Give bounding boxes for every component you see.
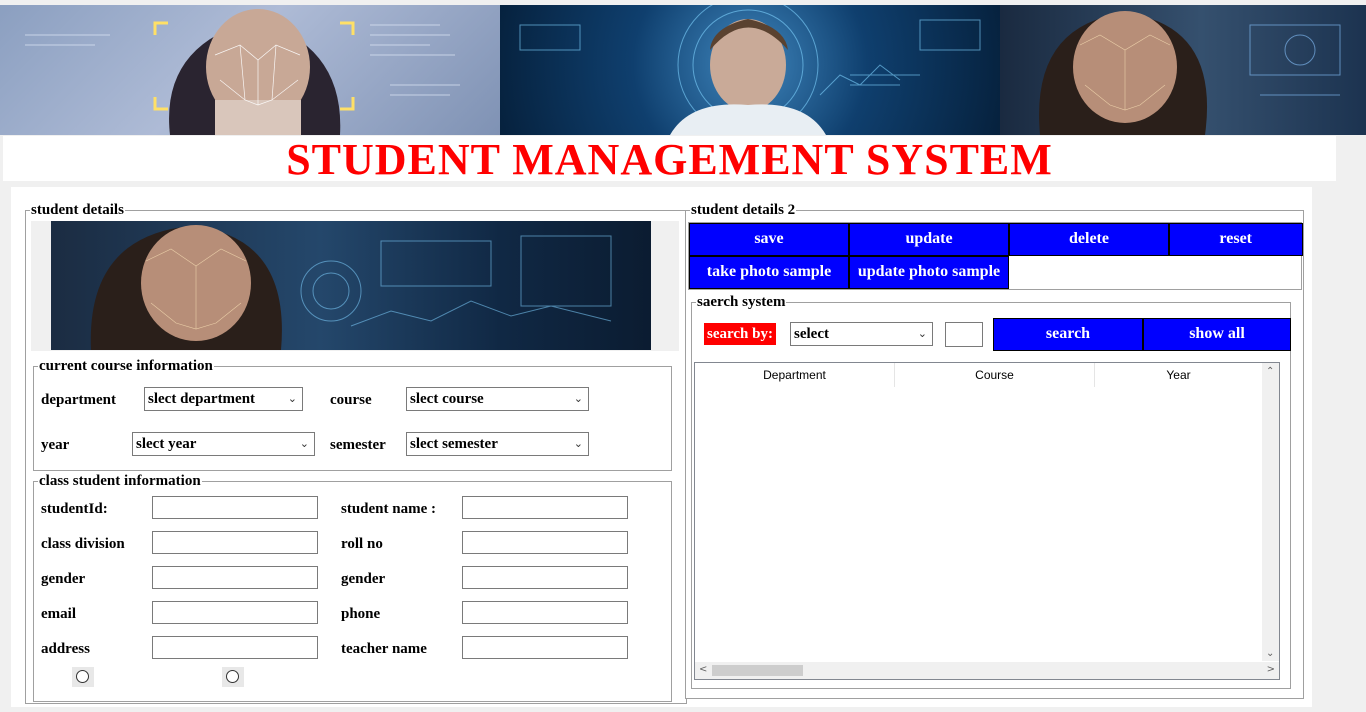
student-name-label: student name :: [341, 501, 437, 517]
class-division-input[interactable]: [152, 531, 318, 554]
search-button[interactable]: search: [993, 318, 1143, 351]
department-label: department: [41, 392, 116, 408]
search-system-frame: saerch system search by: select ⌄ search…: [691, 293, 1291, 689]
semester-combobox[interactable]: slect semester ⌄: [406, 432, 589, 456]
department-combobox-value: slect department: [148, 391, 256, 407]
scroll-up-icon[interactable]: ⌃: [1266, 366, 1274, 377]
horizontal-scrollbar[interactable]: < >: [695, 662, 1279, 679]
reset-button[interactable]: reset: [1169, 223, 1303, 256]
main-frame: student details current course informati…: [11, 187, 1312, 707]
year-combobox-value: slect year: [136, 436, 197, 452]
update-button[interactable]: update: [849, 223, 1009, 256]
scroll-down-icon[interactable]: ⌄: [1266, 648, 1274, 659]
roll-no-label: roll no: [341, 536, 383, 552]
gender-input[interactable]: [152, 566, 318, 589]
title-bar: STUDENT MANAGEMENT SYSTEM: [3, 135, 1336, 184]
course-combobox[interactable]: slect course ⌄: [406, 387, 589, 411]
semester-label: semester: [330, 437, 386, 453]
take-photo-sample-button[interactable]: take photo sample: [689, 256, 849, 289]
banner-image-right: [1000, 5, 1366, 135]
table-header-year[interactable]: Year: [1095, 363, 1262, 387]
scroll-thumb[interactable]: [712, 665, 803, 676]
teacher-name-input[interactable]: [462, 636, 628, 659]
gender-input-2[interactable]: [462, 566, 628, 589]
teacher-name-label: teacher name: [341, 641, 427, 657]
show-all-button[interactable]: show all: [1143, 318, 1291, 351]
email-label: email: [41, 606, 76, 622]
button-frame: save update delete reset take photo samp…: [688, 222, 1303, 290]
search-system-legend: saerch system: [696, 293, 787, 311]
banner-image-center: [500, 5, 1000, 135]
table-header-course[interactable]: Course: [895, 363, 1095, 387]
phone-input[interactable]: [462, 601, 628, 624]
banner-image-left: [0, 5, 500, 135]
radio-circle-icon: [226, 670, 239, 683]
save-button[interactable]: save: [689, 223, 849, 256]
course-info-frame: current course information department sl…: [33, 357, 672, 471]
search-by-combobox-value: select: [794, 326, 829, 342]
chevron-down-icon: ⌄: [287, 392, 297, 405]
student-id-label: studentId:: [41, 501, 108, 517]
roll-no-input[interactable]: [462, 531, 628, 554]
delete-button[interactable]: delete: [1009, 223, 1169, 256]
course-info-legend: current course information: [38, 357, 214, 375]
table-header-department[interactable]: Department: [695, 363, 895, 387]
student-banner-image: [51, 221, 651, 350]
gender-label-2: gender: [341, 571, 386, 587]
chevron-down-icon: ⌄: [917, 327, 927, 340]
student-image-area: [31, 221, 679, 351]
course-combobox-value: slect course: [410, 391, 484, 407]
phone-label: phone: [341, 606, 381, 622]
year-label: year: [41, 437, 70, 453]
class-division-label: class division: [41, 536, 125, 552]
search-input[interactable]: [945, 322, 983, 347]
radio-button-1[interactable]: [72, 667, 94, 687]
gender-label: gender: [41, 571, 86, 587]
student-details-2-legend: student details 2: [690, 201, 797, 219]
scroll-left-icon[interactable]: <: [699, 664, 707, 675]
student-table[interactable]: Department Course Year ⌃ ⌄ < >: [694, 362, 1280, 680]
address-input[interactable]: [152, 636, 318, 659]
student-name-input[interactable]: [462, 496, 628, 519]
search-by-label: search by:: [704, 323, 776, 345]
email-input[interactable]: [152, 601, 318, 624]
chevron-down-icon: ⌄: [573, 392, 583, 405]
department-combobox[interactable]: slect department ⌄: [144, 387, 303, 411]
radio-button-2[interactable]: [222, 667, 244, 687]
address-label: address: [41, 641, 90, 657]
scroll-right-icon[interactable]: >: [1267, 664, 1275, 675]
class-info-legend: class student information: [38, 472, 202, 490]
student-details-legend: student details: [30, 201, 125, 219]
update-photo-sample-button[interactable]: update photo sample: [849, 256, 1009, 289]
student-details-2-frame: student details 2 save update delete res…: [685, 201, 1304, 699]
semester-combobox-value: slect semester: [410, 436, 498, 452]
student-id-input[interactable]: [152, 496, 318, 519]
vertical-scrollbar[interactable]: ⌃ ⌄: [1262, 363, 1279, 661]
year-combobox[interactable]: slect year ⌄: [132, 432, 315, 456]
class-info-frame: class student information studentId: stu…: [33, 472, 672, 702]
student-details-frame: student details current course informati…: [25, 201, 687, 704]
radio-circle-icon: [76, 670, 89, 683]
search-by-combobox[interactable]: select ⌄: [790, 322, 933, 346]
chevron-down-icon: ⌄: [299, 437, 309, 450]
course-label: course: [330, 392, 372, 408]
chevron-down-icon: ⌄: [573, 437, 583, 450]
page-title: STUDENT MANAGEMENT SYSTEM: [286, 135, 1053, 184]
